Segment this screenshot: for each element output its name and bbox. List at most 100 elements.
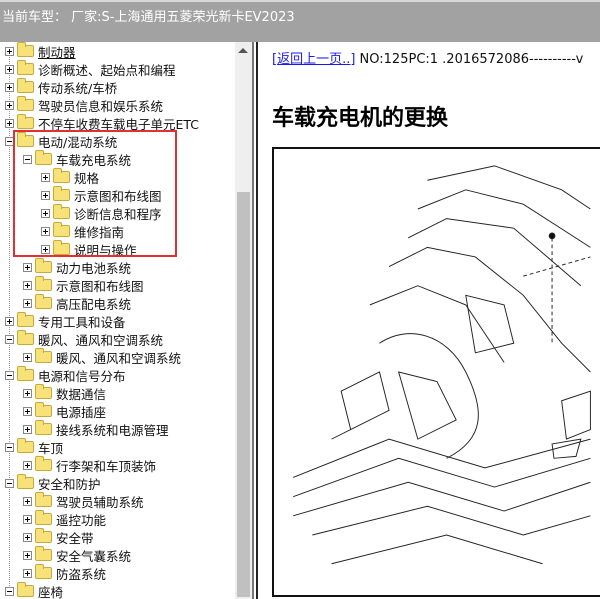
tree-item-label: 暖风、通风和空调系统 <box>56 350 182 366</box>
tree-item[interactable]: 安全气囊系统 <box>23 546 132 564</box>
folder-open-icon <box>17 582 34 597</box>
tree-item[interactable]: 驾驶员信息和娱乐系统 <box>5 96 164 114</box>
tree-item-label: 防盗系统 <box>56 566 107 582</box>
tree-item[interactable]: 示意图和布线图 <box>23 276 144 294</box>
tree-item[interactable]: 不停车收费车载电子单元ETC <box>5 114 199 132</box>
tree-item-label: 制动器 <box>38 44 76 60</box>
navigation-tree[interactable]: 制动器诊断概述、起始点和编程 传动系统/车桥驾驶员信息和娱乐系统 不停车收费车载电子… <box>0 42 235 599</box>
expand-icon[interactable] <box>5 316 14 326</box>
title-bar: 当前车型： 厂家:S-上海通用五菱荣光新卡EV2023 <box>0 0 600 42</box>
tree-item-label: 传动系统/车桥 <box>38 80 118 96</box>
tree-item-label: 安全带 <box>56 530 94 546</box>
collapse-icon[interactable] <box>5 478 14 488</box>
scroll-up-arrow-icon[interactable] <box>238 48 248 53</box>
tree-item[interactable]: 诊断概述、起始点和编程 <box>5 60 176 78</box>
scrollbar-thumb[interactable] <box>237 192 250 597</box>
expand-icon[interactable] <box>23 424 32 434</box>
tree-item[interactable]: 电源插座 <box>23 402 107 420</box>
collapse-icon[interactable] <box>5 442 14 452</box>
folder-open-icon <box>17 438 34 453</box>
collapse-icon[interactable] <box>5 370 14 380</box>
vehicle-model-label: 当前车型： 厂家:S-上海通用五菱荣光新卡EV2023 <box>2 10 295 25</box>
tree-item-label: 安全气囊系统 <box>56 548 132 564</box>
folder-closed-icon <box>17 42 34 57</box>
tree-item[interactable]: 安全带 <box>23 528 94 546</box>
tree-item[interactable]: 制动器 <box>5 42 76 60</box>
expand-icon[interactable] <box>23 298 32 308</box>
collapse-icon[interactable] <box>5 334 14 344</box>
folder-closed-icon <box>35 492 52 507</box>
folder-closed-icon <box>35 276 52 291</box>
expand-icon[interactable] <box>23 406 32 416</box>
highlight-box <box>13 130 177 257</box>
tree-item[interactable]: 安全和防护 <box>5 474 101 492</box>
tree-item-label: 驾驶员辅助系统 <box>56 494 144 510</box>
doc-info: NO:125PC:1 .2016572086----------v <box>355 52 584 67</box>
folder-closed-icon <box>35 258 52 273</box>
expand-icon[interactable] <box>5 118 14 128</box>
expand-icon[interactable] <box>23 280 32 290</box>
page-title: 车载充电机的更换 <box>272 106 449 131</box>
expand-icon[interactable] <box>5 100 14 110</box>
tree-item[interactable]: 动力电池系统 <box>23 258 132 276</box>
tree-item-label: 安全和防护 <box>38 476 101 492</box>
tree-item[interactable]: 数据通信 <box>23 384 106 402</box>
expand-icon[interactable] <box>5 64 14 74</box>
back-link[interactable]: [返回上一页..] <box>272 52 355 67</box>
folder-closed-icon <box>17 78 34 93</box>
tree-item-label: 驾驶员信息和娱乐系统 <box>38 98 164 114</box>
tree-item[interactable]: 电源和信号分布 <box>5 366 126 384</box>
vehicle-diagram <box>272 147 600 597</box>
folder-open-icon <box>17 366 34 381</box>
tree-item[interactable]: 高压配电系统 <box>23 294 132 312</box>
tree-item[interactable]: 传动系统/车桥 <box>5 78 118 96</box>
folder-closed-icon <box>35 546 52 561</box>
expand-icon[interactable] <box>23 514 32 524</box>
folder-closed-icon <box>35 294 52 309</box>
tree-item-label: 车顶 <box>38 440 64 456</box>
expand-icon[interactable] <box>23 262 32 272</box>
folder-open-icon <box>17 474 34 489</box>
folder-closed-icon <box>35 564 52 579</box>
expand-icon[interactable] <box>23 352 32 362</box>
expand-icon[interactable] <box>23 550 32 560</box>
folder-closed-icon <box>17 60 34 75</box>
folder-closed-icon <box>17 96 34 111</box>
collapse-icon[interactable] <box>5 586 14 596</box>
tree-item-label: 座椅 <box>38 584 64 599</box>
tree-item-label: 动力电池系统 <box>56 260 132 276</box>
tree-item-label: 遥控功能 <box>56 512 107 528</box>
expand-icon[interactable] <box>23 532 32 542</box>
folder-open-icon <box>17 330 34 345</box>
tree-item[interactable]: 座椅 <box>5 582 64 599</box>
folder-closed-icon <box>17 312 34 327</box>
expand-icon[interactable] <box>23 460 32 470</box>
tree-item-label: 行李架和车顶装饰 <box>56 458 157 474</box>
tree-item-label: 诊断概述、起始点和编程 <box>38 62 176 78</box>
folder-closed-icon <box>35 420 52 435</box>
tree-item[interactable]: 防盗系统 <box>23 564 107 582</box>
expand-icon[interactable] <box>23 388 32 398</box>
tree-item[interactable]: 车顶 <box>5 438 64 456</box>
tree-item[interactable]: 遥控功能 <box>23 510 107 528</box>
tree-item[interactable]: 驾驶员辅助系统 <box>23 492 144 510</box>
folder-closed-icon <box>35 384 52 399</box>
tree-item-label: 接线系统和电源管理 <box>56 422 169 438</box>
tree-item-label: 电源插座 <box>56 404 107 420</box>
expand-icon[interactable] <box>23 496 32 506</box>
tree-item[interactable]: 行李架和车顶装饰 <box>23 456 157 474</box>
tree-item[interactable]: 暖风、通风和空调系统 <box>23 348 182 366</box>
doc-nav: [返回上一页..] NO:125PC:1 .2016572086--------… <box>272 48 583 67</box>
folder-closed-icon <box>35 510 52 525</box>
tree-item[interactable]: 接线系统和电源管理 <box>23 420 169 438</box>
expand-icon[interactable] <box>23 568 32 578</box>
tree-item[interactable]: 暖风、通风和空调系统 <box>5 330 163 348</box>
tree-scrollbar[interactable] <box>235 42 252 599</box>
tree-item-label: 电源和信号分布 <box>38 368 126 384</box>
folder-closed-icon <box>35 528 52 543</box>
expand-icon[interactable] <box>5 46 14 56</box>
tree-item-label: 高压配电系统 <box>56 296 132 312</box>
folder-closed-icon <box>35 402 52 417</box>
tree-item[interactable]: 专用工具和设备 <box>5 312 126 330</box>
expand-icon[interactable] <box>5 82 14 92</box>
